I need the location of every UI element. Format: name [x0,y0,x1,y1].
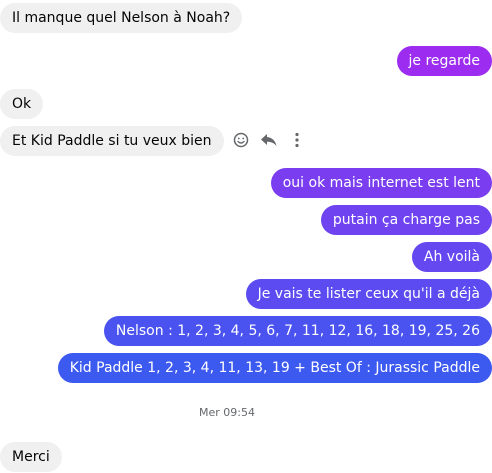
message-outgoing[interactable]: Je vais te lister ceux qu'il a déjà [245,279,492,309]
message-outgoing[interactable]: oui ok mais internet est lent [270,168,492,198]
message-outgoing[interactable]: putain ça charge pas [320,205,492,235]
timestamp: Mer 09:54 [199,406,255,419]
message-incoming[interactable]: Et Kid Paddle si tu veux bien [0,126,224,156]
message-incoming[interactable]: Merci [0,442,62,472]
message-outgoing[interactable]: Nelson : 1, 2, 3, 4, 5, 6, 7, 11, 12, 16… [103,316,492,346]
message-outgoing[interactable]: Kid Paddle 1, 2, 3, 4, 11, 13, 19 + Best… [57,353,492,383]
more-vertical-icon[interactable] [288,131,306,149]
message-outgoing[interactable]: Ah voilà [411,242,492,272]
message-actions [232,130,316,150]
smiley-icon[interactable] [232,131,250,149]
reply-icon[interactable] [260,131,278,149]
message-incoming[interactable]: Ok [0,89,44,119]
message-incoming[interactable]: Il manque quel Nelson à Noah? [0,3,243,33]
message-outgoing[interactable]: je regarde [396,46,492,76]
